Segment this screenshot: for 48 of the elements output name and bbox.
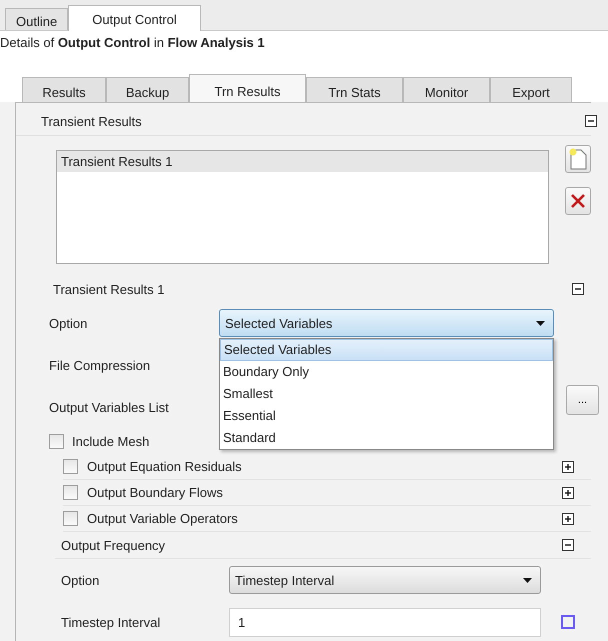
checkbox-label: Output Variable Operators: [87, 511, 239, 526]
checkbox[interactable]: [49, 434, 64, 448]
menu-option[interactable]: Standard: [220, 427, 553, 449]
delete-button[interactable]: [565, 187, 591, 215]
checkbox-label: Include Mesh: [72, 434, 150, 448]
tab[interactable]: Backup: [106, 77, 189, 102]
section-title: Transient Results: [41, 114, 142, 128]
checkbox[interactable]: [63, 511, 78, 526]
checkbox[interactable]: [63, 459, 78, 474]
tab[interactable]: Output Control: [68, 5, 201, 31]
input-field[interactable]: 1: [229, 608, 541, 636]
expand-icon[interactable]: [562, 486, 574, 498]
checkbox-label: Output Equation Residuals: [87, 459, 243, 474]
field-label: Timestep Interval: [60, 614, 162, 630]
expand-icon[interactable]: [562, 460, 574, 472]
caret-icon: [523, 578, 532, 582]
tab[interactable]: Trn Stats: [306, 77, 403, 102]
checkbox[interactable]: [63, 485, 78, 500]
browse-button[interactable]: ...: [566, 385, 599, 415]
tab[interactable]: Monitor: [403, 77, 490, 102]
section-title: Output Frequency: [61, 538, 166, 552]
menu-option[interactable]: Smallest: [220, 383, 553, 405]
section-title: Transient Results 1: [53, 282, 165, 296]
dropdown[interactable]: Selected Variables: [219, 309, 554, 337]
new-button[interactable]: [565, 145, 591, 173]
square-icon[interactable]: [561, 615, 575, 629]
delete-icon: [570, 193, 586, 209]
new-document-icon: [568, 148, 588, 170]
tab[interactable]: Outline: [5, 8, 68, 30]
menu-option[interactable]: Boundary Only: [220, 361, 553, 383]
tab[interactable]: Export: [490, 77, 572, 102]
checkbox-label: Output Boundary Flows: [87, 485, 224, 500]
tab[interactable]: Results: [22, 77, 106, 102]
tab[interactable]: Trn Results: [189, 74, 306, 103]
list-item[interactable]: Transient Results 1: [57, 151, 548, 172]
expand-icon[interactable]: [562, 512, 574, 524]
collapse-icon[interactable]: [585, 115, 597, 127]
field-label: Option: [48, 316, 88, 330]
field-label: Output Variables List: [48, 400, 170, 414]
field-label: Option: [60, 572, 100, 588]
caret-icon: [536, 320, 545, 326]
details-title: Details of Output Control in Flow Analysis 1: [0, 35, 265, 50]
dropdown[interactable]: Timestep Interval: [229, 566, 541, 594]
field-label: File Compression: [48, 358, 152, 372]
collapse-icon[interactable]: [562, 539, 574, 551]
menu-option[interactable]: Essential: [220, 405, 553, 427]
collapse-icon[interactable]: [572, 283, 584, 295]
menu-option[interactable]: Selected Variables: [220, 339, 553, 361]
